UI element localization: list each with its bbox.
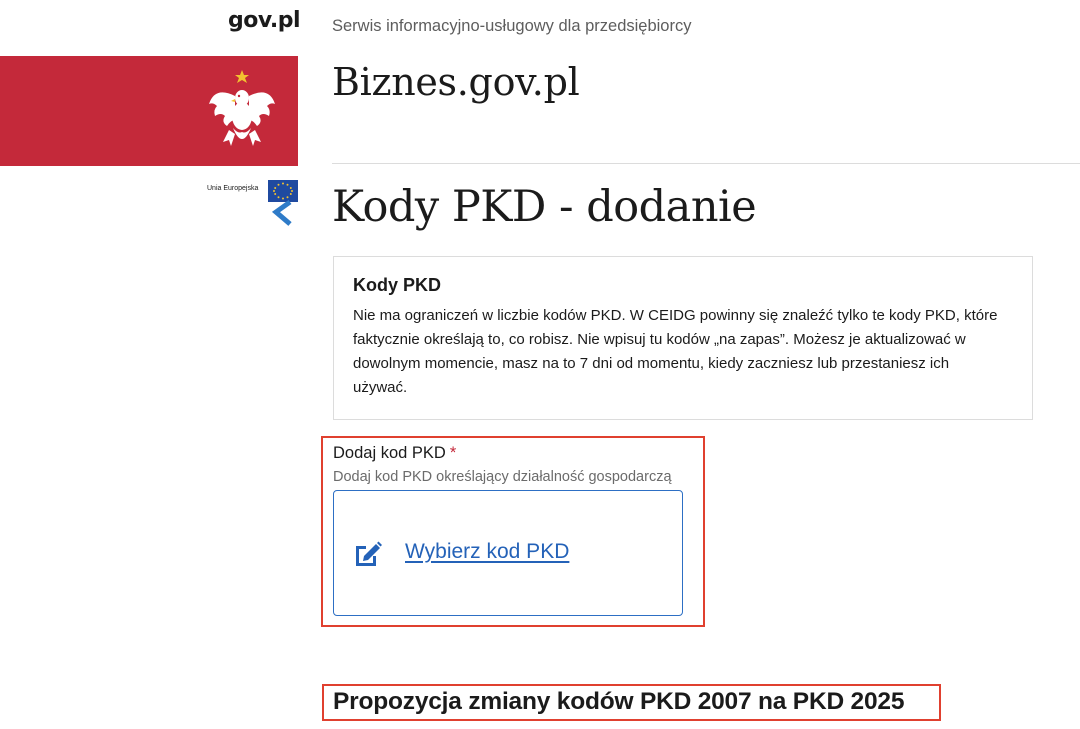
gov-pl-link[interactable]: gov.pl (228, 8, 301, 33)
info-box: Kody PKD Nie ma ograniczeń w liczbie kod… (333, 256, 1033, 420)
required-mark: * (449, 444, 457, 462)
pkd-field-label-text: Dodaj kod PKD (333, 444, 446, 462)
pkd-field-hint: Dodaj kod PKD określający działalność go… (333, 469, 672, 485)
pkd-field-label: Dodaj kod PKD * (333, 444, 456, 463)
eu-logo-icon (268, 180, 298, 226)
info-box-title: Kody PKD (353, 275, 442, 295)
info-box-line: faktycznie określają to, co robisz. Nie … (353, 331, 966, 348)
site-tagline: Serwis informacyjno-usługowy dla przedsi… (332, 17, 692, 35)
site-name-link[interactable]: Biznes.gov.pl (332, 60, 580, 104)
info-box-body: Nie ma ograniczeń w liczbie kodów PKD. W… (353, 304, 1014, 400)
info-box-line: Nie ma ograniczeń w liczbie kodów PKD. W… (353, 307, 998, 324)
edit-icon[interactable] (352, 540, 382, 568)
choose-pkd-code-link[interactable]: Wybierz kod PKD (405, 540, 569, 564)
eu-label: Unia Europejska (207, 185, 259, 192)
page-title: Kody PKD - dodanie (332, 182, 757, 232)
pkd-change-proposal-heading: Propozycja zmiany kodów PKD 2007 na PKD … (333, 688, 905, 715)
info-box-line: dowolnym momencie, masz na to 7 dni od m… (353, 355, 950, 372)
header-divider (332, 163, 1080, 164)
polish-eagle-emblem-icon[interactable] (205, 68, 283, 154)
info-box-line: używać. (353, 379, 408, 396)
